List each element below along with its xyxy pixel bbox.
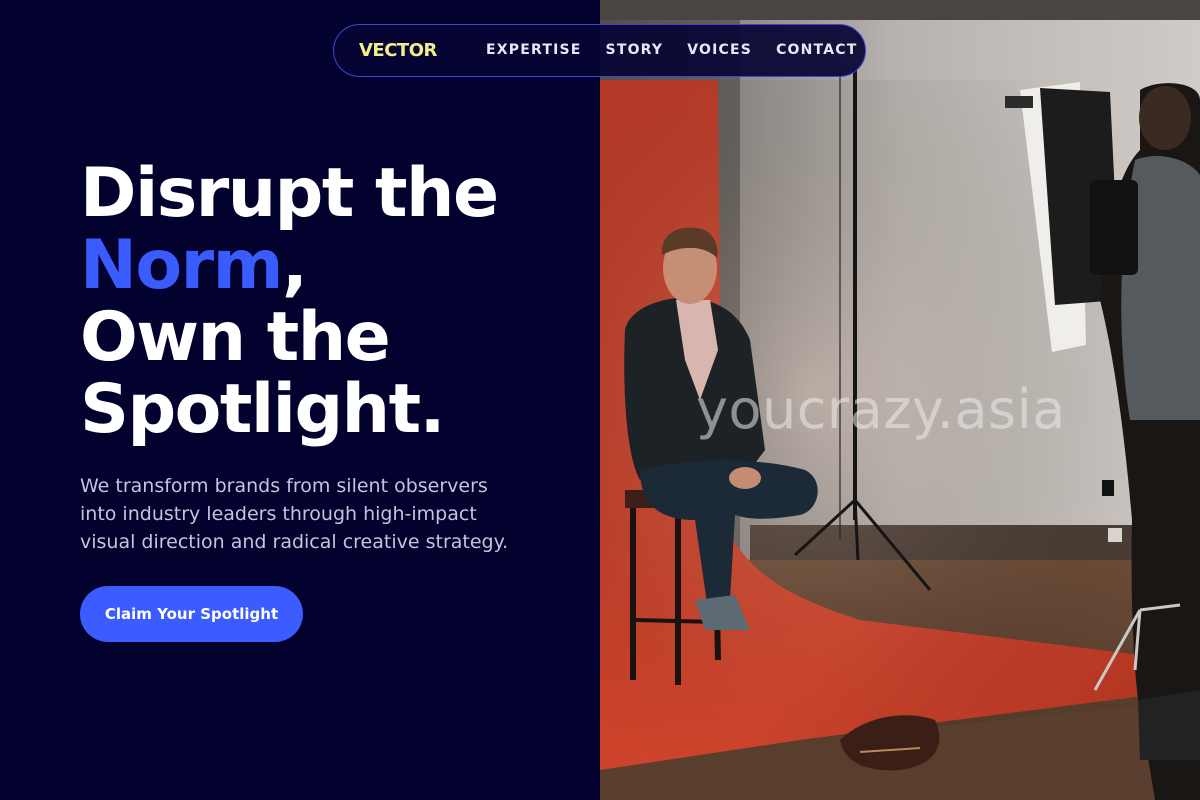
hero-title-line-1: Disrupt the (80, 154, 499, 233)
nav-link-contact[interactable]: CONTACT (776, 42, 857, 58)
top-navigation: VECTOR EXPERTISE STORY VOICES CONTACT (333, 24, 866, 77)
hero-title: Disrupt the Norm, Own the Spotlight. (80, 158, 580, 446)
nav-links: EXPERTISE STORY VOICES CONTACT (486, 42, 881, 58)
photo-watermark: youcrazy.asia (696, 378, 1066, 441)
claim-spotlight-button[interactable]: Claim Your Spotlight (80, 586, 303, 642)
brand-logo[interactable]: VECTOR (359, 40, 437, 61)
hero-title-accent: Norm (80, 226, 284, 305)
nav-link-story[interactable]: STORY (606, 42, 664, 58)
nav-link-expertise[interactable]: EXPERTISE (486, 42, 582, 58)
hero-subtitle: We transform brands from silent observer… (80, 475, 509, 553)
hero-photo: youcrazy.asia (600, 0, 1200, 800)
hero-title-comma: , (282, 226, 308, 305)
nav-link-voices[interactable]: VOICES (687, 42, 752, 58)
hero-title-line-3: Own the (80, 298, 391, 377)
hero-panel: Disrupt the Norm, Own the Spotlight. We … (0, 0, 600, 800)
hero-title-line-4: Spotlight. (80, 370, 445, 449)
